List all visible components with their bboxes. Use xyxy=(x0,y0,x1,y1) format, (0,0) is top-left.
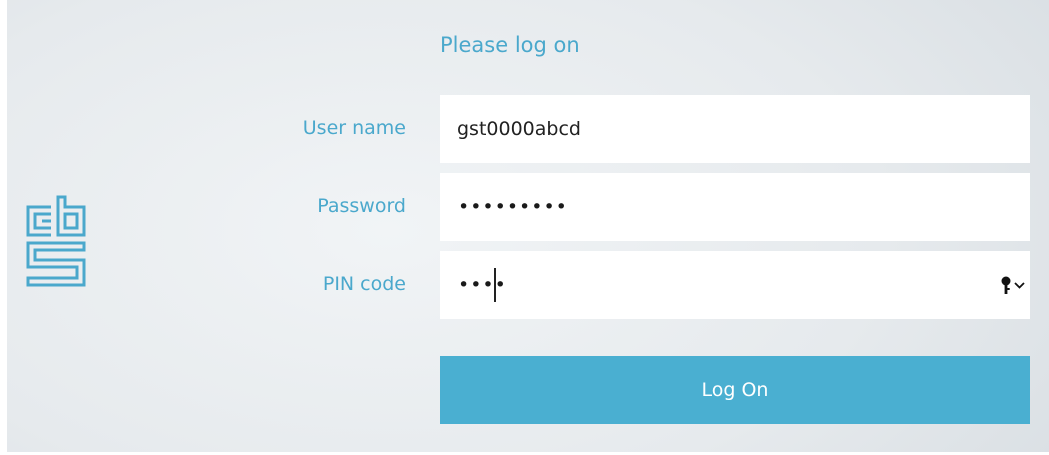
log-on-button[interactable]: Log On xyxy=(440,356,1030,424)
login-screen: Please log on User name gst0000abcd Pass… xyxy=(7,0,1049,452)
cbs-logo xyxy=(26,195,86,287)
password-label: Password xyxy=(317,195,406,217)
password-masked-value: ••••••••• xyxy=(458,196,568,218)
username-label: User name xyxy=(302,117,406,139)
key-icon[interactable] xyxy=(998,275,1028,295)
username-value: gst0000abcd xyxy=(457,118,581,140)
pin-masked-value: •••• xyxy=(458,274,507,296)
username-field[interactable]: gst0000abcd xyxy=(440,95,1030,163)
pin-label: PIN code xyxy=(322,273,406,295)
page-title: Please log on xyxy=(440,33,580,57)
pin-field[interactable]: •••• xyxy=(440,251,1030,319)
text-caret xyxy=(494,268,496,302)
password-field[interactable]: ••••••••• xyxy=(440,173,1030,241)
